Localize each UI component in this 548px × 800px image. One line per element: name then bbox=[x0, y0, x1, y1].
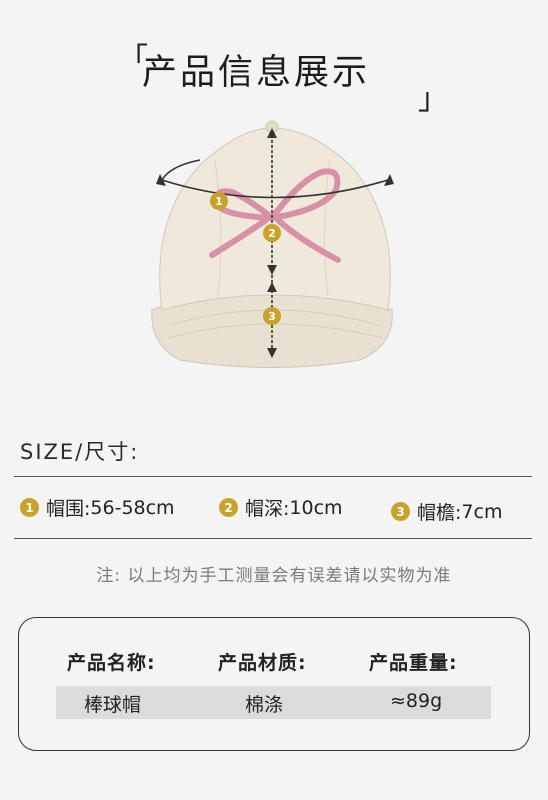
number-badge-icon: 2 bbox=[219, 498, 238, 517]
divider-bottom bbox=[14, 538, 532, 539]
size-section-title: SIZE/尺寸: bbox=[20, 440, 140, 464]
value-product-name: 棒球帽 bbox=[84, 694, 142, 716]
marker-3: 3 bbox=[263, 307, 281, 325]
measurement-note: 注: 以上均为手工测量会有误差请以实物为准 bbox=[96, 566, 452, 586]
spec-value: 7cm bbox=[461, 500, 503, 523]
product-info-box bbox=[18, 617, 530, 751]
value-product-weight: ≈89g bbox=[390, 690, 443, 712]
header-product-material: 产品材质: bbox=[218, 652, 307, 674]
spec-label: 帽檐: bbox=[417, 502, 462, 524]
spec-value: 56-58cm bbox=[90, 496, 175, 519]
divider-top bbox=[14, 476, 532, 477]
spec-label: 帽深: bbox=[245, 498, 290, 520]
number-badge-icon: 3 bbox=[391, 502, 410, 521]
hat-illustration bbox=[151, 120, 394, 368]
value-product-material: 棉涤 bbox=[245, 694, 284, 716]
spec-circumference: 1 帽围: 56-58cm bbox=[20, 494, 175, 521]
header-product-weight: 产品重量: bbox=[369, 652, 458, 674]
spec-value: 10cm bbox=[289, 496, 343, 519]
spec-label: 帽围: bbox=[46, 498, 91, 520]
spec-brim: 3 帽檐: 7cm bbox=[391, 498, 502, 525]
page-header: 「 产品信息展示 」 bbox=[0, 28, 548, 117]
spec-depth: 2 帽深: 10cm bbox=[219, 494, 343, 521]
hat-diagram: 1 2 3 bbox=[0, 110, 548, 410]
header-product-name: 产品名称: bbox=[67, 652, 156, 674]
marker-1: 1 bbox=[210, 192, 228, 210]
marker-2: 2 bbox=[263, 224, 281, 242]
number-badge-icon: 1 bbox=[20, 498, 39, 517]
page-title: 产品信息展示 bbox=[142, 53, 371, 93]
